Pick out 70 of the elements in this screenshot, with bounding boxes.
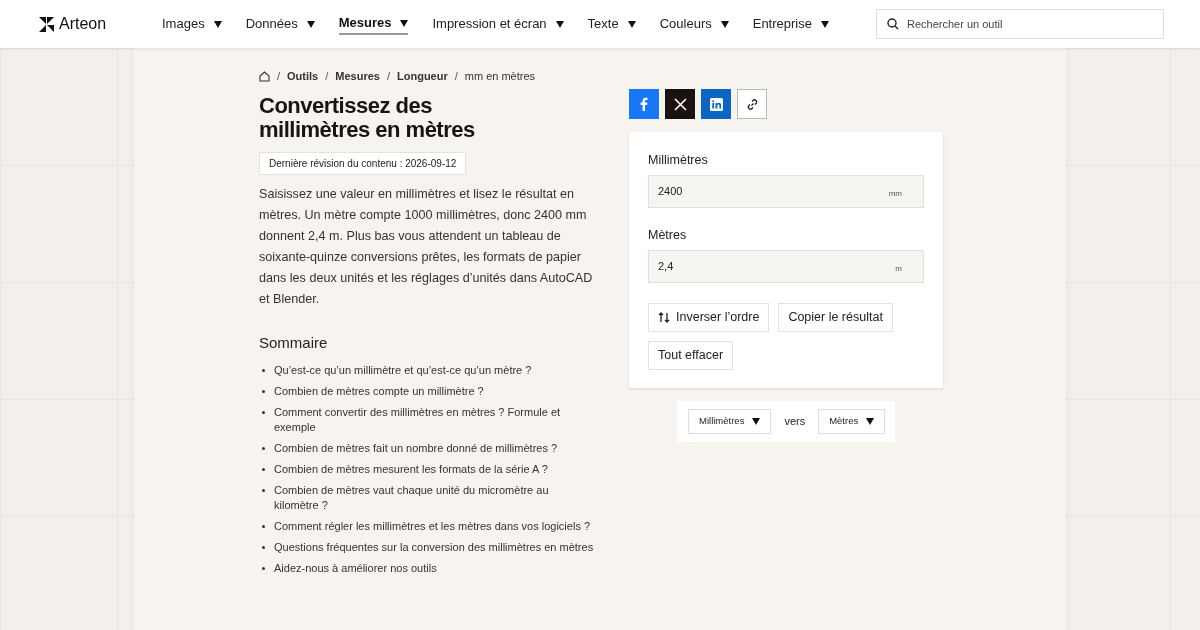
bullet-icon: [262, 410, 265, 414]
breadcrumb-separator: /: [454, 68, 458, 84]
nav-menu-item[interactable]: Texte: [587, 13, 636, 35]
caret-icon: [820, 20, 829, 28]
intro-paragraph: Saisissez une valeur en millimètres et lisez le résultat en mètres. Un mètre compte 1000 millimètres, donc 2400 mm donnent 2,4 m. Plus bas vous attendent un tableau de soixante-quinze conversions prêtes, les formats de papier dans les deux unités et les réglages d’unités dans AutoCAD et Blender.: [259, 186, 594, 308]
copy-link-button[interactable]: [737, 89, 767, 119]
summary-link[interactable]: Combien de mètres fait un nombre donné de millimètres ?: [274, 440, 596, 456]
brand-name: Arteon: [59, 14, 107, 34]
facebook-share-button[interactable]: [629, 89, 659, 119]
summary-link[interactable]: Comment régler les millimètres et les mètres dans vos logiciels ?: [274, 518, 596, 534]
nav-menu-item[interactable]: Images: [162, 13, 222, 35]
caret-icon: [627, 20, 636, 28]
breadcrumb-link[interactable]: Longueur: [397, 67, 448, 85]
breadcrumb-link[interactable]: Mesures: [335, 67, 380, 85]
summary-link[interactable]: Aidez-nous à améliorer nos outils: [274, 560, 596, 576]
breadcrumb-current: mm en mètres: [464, 68, 536, 84]
revision-date-label: Dernière révision du contenu : 2026-09-12: [259, 152, 467, 175]
caret-icon: [213, 20, 222, 28]
bullet-icon: [262, 389, 265, 393]
bullet-icon: [262, 545, 265, 549]
summary-link[interactable]: Questions fréquentes sur la conversion des millimètres en mètres: [274, 539, 596, 555]
x-share-button[interactable]: [665, 89, 695, 119]
unit-label: m: [895, 263, 902, 274]
nav-menu-item[interactable]: Couleurs: [659, 13, 729, 35]
bullet-icon: [262, 446, 265, 450]
from-unit-dropdown[interactable]: Millimètres: [688, 408, 772, 434]
page-title: Convertissez des millimètres en mètres: [259, 94, 476, 142]
search-icon: [887, 18, 899, 30]
x-logo-icon: [673, 97, 687, 111]
caret-icon: [866, 417, 875, 425]
bullet-icon: [262, 368, 265, 372]
search-field[interactable]: Rechercher un outil: [876, 9, 1164, 39]
summary-link[interactable]: Comment convertir des millimètres en mètres ? Formule et exemple: [274, 404, 596, 435]
logo-icon: [39, 16, 54, 32]
facebook-icon: [640, 97, 648, 111]
action-button[interactable]: Inverser l’ordre: [648, 302, 770, 332]
unit-label: mm: [888, 188, 902, 199]
action-button[interactable]: Tout effacer: [648, 340, 734, 370]
linkedin-icon: [709, 97, 723, 111]
caret-icon: [720, 20, 729, 28]
caret-icon: [400, 19, 409, 27]
bullet-icon: [262, 566, 265, 570]
breadcrumb-separator: /: [325, 68, 329, 84]
field-label: Millimètres: [648, 152, 709, 169]
field-label: Mètres: [648, 226, 688, 244]
action-button[interactable]: Copier le résultat: [778, 302, 893, 332]
breadcrumb-separator: /: [277, 68, 281, 84]
nav-menu-item[interactable]: Impression et écran: [432, 13, 564, 35]
caret-icon: [555, 20, 564, 28]
bullet-icon: [262, 488, 265, 492]
caret-icon: [306, 20, 315, 28]
to-unit-dropdown[interactable]: Mètres: [818, 408, 886, 434]
summary-link[interactable]: Combien de mètres vaut chaque unité du micromètre au kilomètre ?: [274, 482, 596, 513]
summary-link[interactable]: Qu’est-ce qu’un millimètre et qu’est-ce qu’un mètre ?: [274, 362, 596, 378]
link-icon: [745, 97, 759, 111]
nav-menu-item[interactable]: Données: [245, 13, 315, 35]
vers-label: vers: [784, 413, 806, 429]
nav-menu-item[interactable]: Mesures: [338, 13, 409, 35]
bullet-icon: [262, 467, 265, 471]
bullet-icon: [262, 524, 265, 528]
swap-arrows-icon: [658, 311, 670, 323]
summary-link[interactable]: Combien de mètres mesurent les formats de la série A ?: [274, 461, 596, 477]
linkedin-share-button[interactable]: [701, 89, 731, 119]
home-icon[interactable]: [259, 70, 270, 82]
summary-heading: Sommaire: [259, 333, 329, 353]
nav-menu-item[interactable]: Entreprise: [752, 13, 829, 35]
breadcrumb-link[interactable]: Outils: [287, 67, 319, 85]
breadcrumb-separator: /: [386, 68, 390, 84]
caret-icon: [752, 417, 761, 425]
summary-link[interactable]: Combien de mètres compte un millimètre ?: [274, 383, 596, 399]
